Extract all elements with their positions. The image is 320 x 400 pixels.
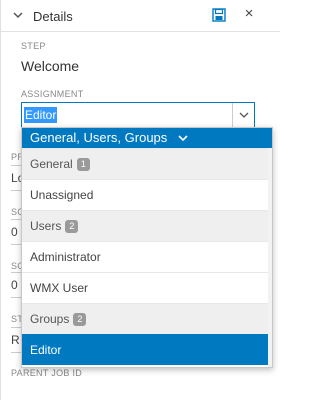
dropdown-item-label: Editor <box>30 343 62 357</box>
dropdown-filter[interactable]: General, Users, Groups <box>22 128 272 148</box>
combo-divider <box>232 103 233 127</box>
end-date-value: 0 <box>11 278 18 292</box>
dropdown-item-administrator[interactable]: Administrator <box>22 241 272 272</box>
count-badge: 1 <box>76 158 90 171</box>
chevron-down-icon[interactable] <box>177 132 189 144</box>
dropdown-item-editor[interactable]: Editor <box>22 334 272 365</box>
details-panel: Details × STEP Welcome ASSIGNMENT Editor… <box>0 0 280 400</box>
count-badge: 2 <box>65 220 79 233</box>
assignment-dropdown: General, Users, Groups General 1 Unassign… <box>21 127 273 368</box>
status-value: R <box>11 333 20 347</box>
dropdown-item-label: General <box>30 157 73 171</box>
dropdown-item-label: Users <box>30 219 62 233</box>
dropdown-scrollbar[interactable] <box>268 148 272 367</box>
dropdown-item-unassigned[interactable]: Unassigned <box>22 179 272 210</box>
parent-job-id-label: PARENT JOB ID <box>11 368 83 378</box>
save-icon[interactable] <box>212 8 226 22</box>
chevron-down-icon[interactable] <box>239 110 249 120</box>
assignment-combobox[interactable]: Editor <box>21 102 255 128</box>
chevron-down-icon[interactable] <box>11 8 25 22</box>
count-badge: 2 <box>73 313 87 326</box>
dropdown-item-label: Unassigned <box>30 188 94 202</box>
start-date-value: 0 <box>11 225 18 239</box>
dropdown-item-label: WMX User <box>30 281 88 295</box>
dropdown-group-general[interactable]: General 1 <box>22 148 272 179</box>
assignment-input[interactable]: Editor <box>24 107 58 123</box>
dropdown-item-wmx-user[interactable]: WMX User <box>22 272 272 303</box>
dropdown-item-label: Administrator <box>30 250 101 264</box>
dropdown-group-users[interactable]: Users 2 <box>22 210 272 241</box>
panel-header: Details × <box>1 0 280 32</box>
step-label: STEP <box>21 41 46 51</box>
dropdown-group-groups[interactable]: Groups 2 <box>22 303 272 334</box>
close-button[interactable]: × <box>241 6 257 22</box>
dropdown-filter-text: General, Users, Groups <box>30 130 168 145</box>
panel-title: Details <box>33 9 73 24</box>
assignment-label: ASSIGNMENT <box>21 89 84 99</box>
dropdown-item-label: Groups <box>30 312 70 326</box>
step-value: Welcome <box>21 58 80 74</box>
